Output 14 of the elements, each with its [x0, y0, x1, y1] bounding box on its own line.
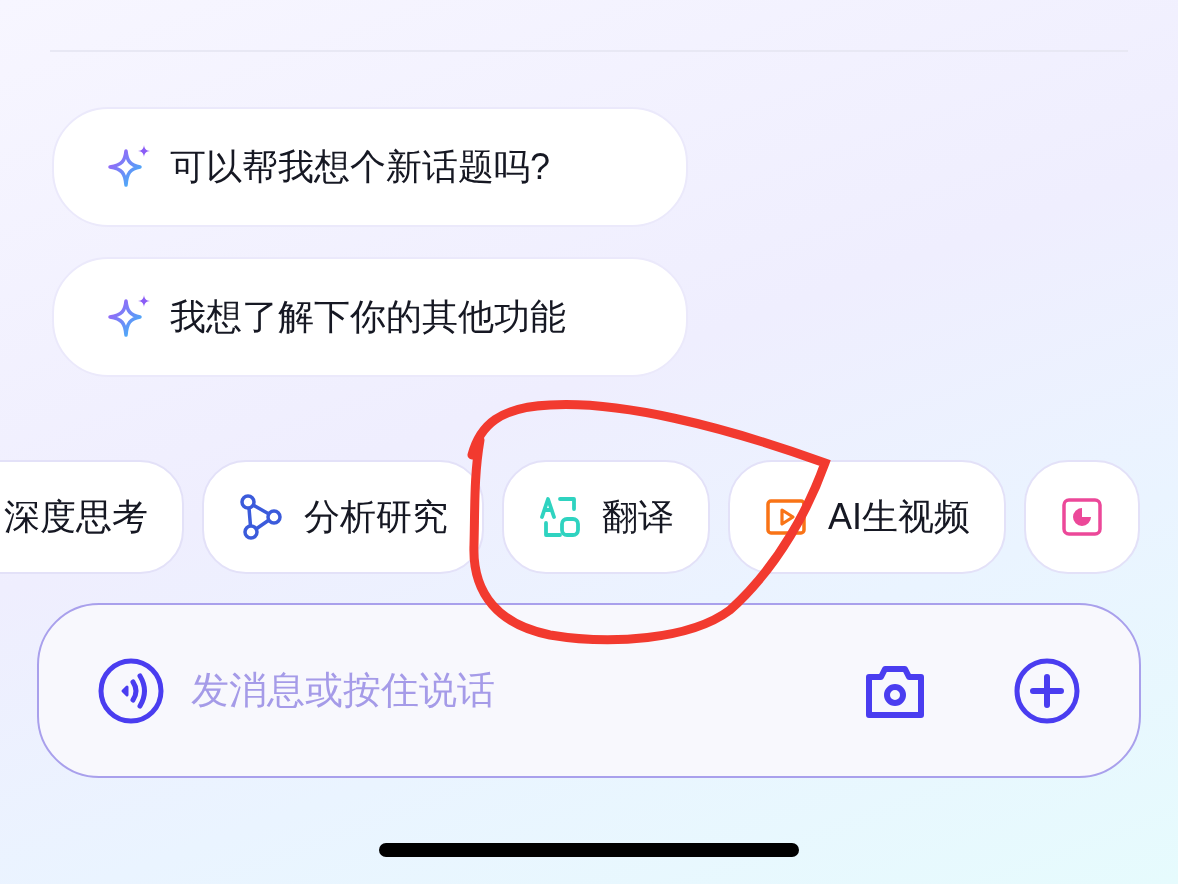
- chart-icon: [1060, 496, 1104, 538]
- translate-icon: [538, 495, 582, 539]
- suggestion-chip[interactable]: 我想了解下你的其他功能: [52, 257, 688, 377]
- skill-chip[interactable]: [1024, 460, 1140, 574]
- voice-icon[interactable]: [97, 656, 165, 725]
- add-icon[interactable]: [1013, 656, 1081, 725]
- skill-chip[interactable]: 深度思考: [0, 460, 184, 574]
- nodes-icon: [238, 494, 284, 540]
- suggestion-chip[interactable]: 可以帮我想个新话题吗?: [52, 107, 688, 227]
- video-icon: [764, 497, 808, 537]
- message-input[interactable]: 发消息或按住说话: [191, 662, 837, 719]
- skill-chip[interactable]: 分析研究: [202, 460, 484, 574]
- skill-chip[interactable]: AI生视频: [728, 460, 1006, 574]
- skill-chip[interactable]: 翻译: [502, 460, 710, 574]
